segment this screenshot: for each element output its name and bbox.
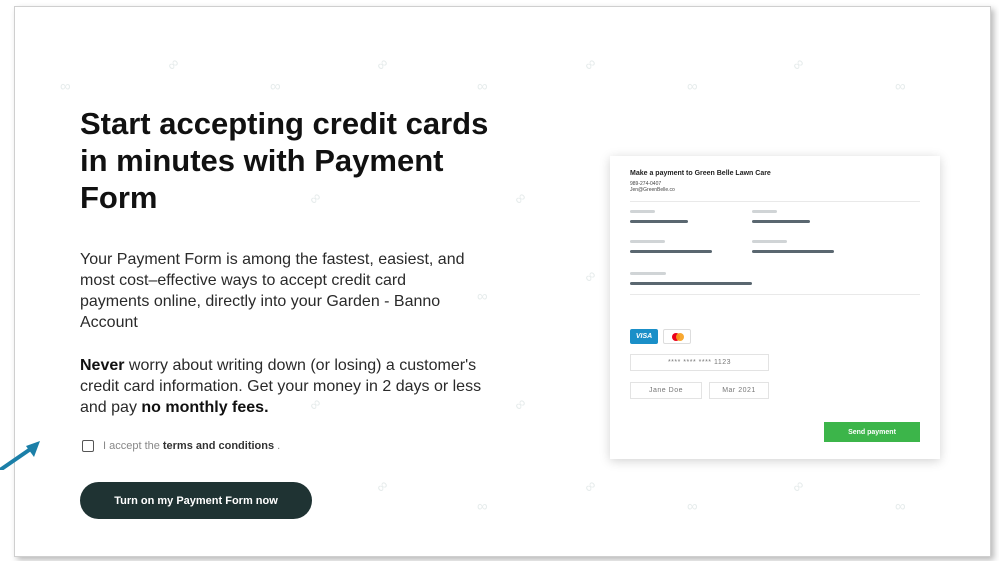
visa-icon[interactable]: VISA (630, 329, 658, 344)
card-number-field[interactable]: **** **** **** 1123 (630, 354, 769, 371)
placeholder-line (630, 240, 665, 243)
link-icon: ∞ (270, 78, 281, 95)
placeholder-line (752, 220, 810, 223)
link-icon: ∞ (477, 78, 488, 95)
no-fees-emphasis: no monthly fees. (141, 399, 269, 416)
terms-suffix: . (277, 440, 281, 452)
terms-link[interactable]: terms and conditions (163, 440, 274, 452)
placeholder-line (752, 210, 777, 213)
link-icon: ∞ (510, 394, 531, 415)
link-icon: ∞ (372, 54, 393, 75)
placeholder-line (752, 250, 834, 253)
page-title: Start accepting credit cards in minutes … (80, 106, 489, 215)
turn-on-payment-form-button[interactable]: Turn on my Payment Form now (80, 482, 312, 519)
send-payment-button[interactable]: Send payment (824, 422, 920, 442)
link-icon: ∞ (788, 476, 809, 497)
link-icon: ∞ (60, 78, 71, 95)
expiry-field[interactable]: Mar 2021 (709, 382, 769, 399)
link-icon: ∞ (477, 288, 488, 305)
placeholder-line (630, 272, 666, 275)
link-icon: ∞ (895, 78, 906, 95)
checkbox-unchecked-icon[interactable] (82, 440, 94, 452)
arrow-pointer-icon (0, 441, 40, 470)
placeholder-line (752, 240, 787, 243)
placeholder-line (630, 282, 752, 285)
link-icon: ∞ (477, 498, 488, 515)
preview-email: Jen@GreenBelle.co (630, 187, 675, 193)
link-icon: ∞ (372, 476, 393, 497)
link-icon: ∞ (510, 188, 531, 209)
link-icon: ∞ (580, 476, 601, 497)
mastercard-orange-circle (676, 333, 684, 341)
placeholder-line (630, 250, 712, 253)
terms-row: I accept the terms and conditions. (82, 440, 280, 452)
payment-form-preview: Make a payment to Green Belle Lawn Care … (610, 156, 940, 459)
link-icon: ∞ (580, 54, 601, 75)
cardholder-name-field[interactable]: Jane Doe (630, 382, 702, 399)
link-icon: ∞ (580, 266, 601, 287)
link-icon: ∞ (687, 78, 698, 95)
page-frame: ∞ ∞ ∞ ∞ ∞ ∞ ∞ ∞ ∞ ∞ ∞ ∞ ∞ ∞ ∞ ∞ ∞ ∞ ∞ ∞ … (14, 6, 991, 557)
card-type-selector: VISA (630, 329, 691, 344)
terms-prefix: I accept the (103, 440, 160, 452)
preview-title: Make a payment to Green Belle Lawn Care (630, 170, 771, 177)
placeholder-fields (630, 202, 920, 297)
link-icon: ∞ (687, 498, 698, 515)
mastercard-icon[interactable] (663, 329, 691, 344)
intro-paragraph: Your Payment Form is among the fastest, … (80, 251, 465, 331)
placeholder-line (630, 220, 688, 223)
divider (630, 294, 920, 295)
never-emphasis: Never (80, 357, 125, 374)
link-icon: ∞ (788, 54, 809, 75)
placeholder-line (630, 210, 655, 213)
preview-contact: 989-274-0407 Jen@GreenBelle.co (630, 181, 920, 193)
benefits-paragraph: Never worry about writing down (or losin… (80, 355, 490, 418)
link-icon: ∞ (895, 498, 906, 515)
link-icon: ∞ (163, 54, 184, 75)
